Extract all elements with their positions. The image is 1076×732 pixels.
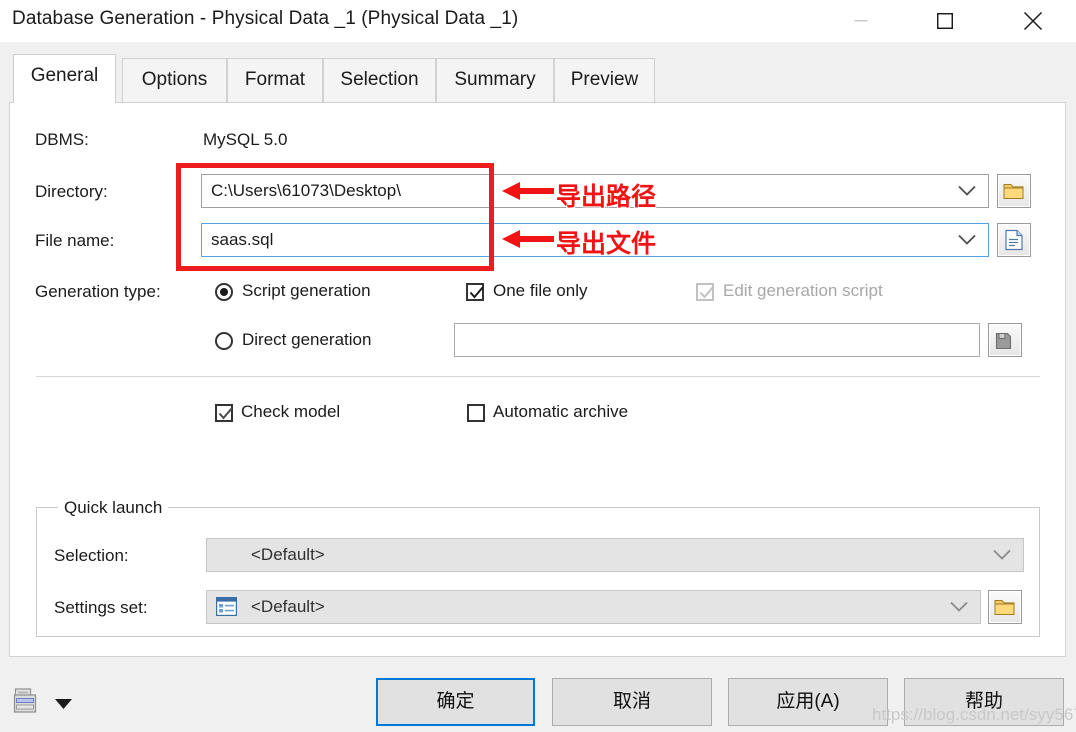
direct-generation-label: Direct generation [242, 330, 372, 349]
directory-value: C:\Users\61073\Desktop\ [211, 181, 401, 200]
file-browse-button[interactable] [997, 223, 1031, 257]
settings-set-icon [216, 597, 237, 621]
maximize-button[interactable] [922, 0, 968, 42]
window-title: Database Generation - Physical Data _1 (… [12, 8, 519, 29]
annotation-arrow-directory [502, 182, 554, 200]
checkbox-check-model[interactable] [215, 404, 233, 422]
caret-down-icon [55, 699, 72, 709]
direct-generation-input[interactable] [454, 323, 980, 357]
tab-options-label: Options [141, 69, 208, 90]
tab-summary[interactable]: Summary [436, 58, 554, 103]
watermark: https://blog.csdn.net/syy567 [872, 705, 1076, 724]
close-icon [1023, 11, 1043, 31]
settings-set-combobox[interactable]: <Default> [206, 590, 981, 624]
automatic-archive-label: Automatic archive [493, 402, 629, 421]
checkbox-edit-generation-script[interactable] [696, 283, 714, 301]
apply-button[interactable]: 应用(A) [728, 678, 888, 726]
one-file-only-label: One file only [493, 281, 588, 300]
tab-format-label: Format [244, 69, 306, 90]
tab-selection[interactable]: Selection [323, 58, 436, 103]
chevron-down-icon[interactable] [958, 175, 980, 207]
report-button[interactable] [12, 686, 42, 721]
chevron-down-icon[interactable] [950, 591, 972, 623]
selection-combobox[interactable]: <Default> [206, 538, 1024, 572]
tab-summary-label: Summary [454, 69, 536, 90]
folder-icon [994, 600, 1015, 615]
edit-generation-script-label: Edit generation script [723, 281, 883, 300]
tab-general[interactable]: General [13, 54, 116, 103]
directory-label: Directory: [35, 182, 108, 201]
settings-set-label: Settings set: [54, 598, 148, 617]
report-icon [13, 688, 37, 713]
check-icon [699, 286, 714, 299]
chevron-down-icon[interactable] [993, 539, 1015, 571]
annotation-arrow-file [502, 230, 554, 248]
generation-type-label: Generation type: [35, 282, 161, 301]
radio-direct-generation[interactable] [215, 332, 233, 350]
dbms-label: DBMS: [35, 130, 89, 149]
tab-general-label: General [30, 65, 99, 86]
directory-browse-button[interactable] [997, 174, 1031, 208]
check-model-label: Check model [241, 402, 341, 421]
minimize-button[interactable] [838, 0, 884, 42]
tab-format[interactable]: Format [227, 58, 323, 103]
check-icon [469, 286, 484, 299]
checkbox-one-file-only[interactable] [466, 283, 484, 301]
maximize-icon [937, 13, 953, 29]
selection-value: <Default> [251, 545, 325, 564]
tab-preview[interactable]: Preview [554, 58, 655, 103]
selection-label: Selection: [54, 546, 129, 565]
settings-set-browse-button[interactable] [988, 590, 1022, 624]
report-dropdown-button[interactable] [55, 695, 72, 715]
direct-generation-browse-button[interactable] [988, 323, 1022, 357]
cancel-button[interactable]: 取消 [552, 678, 712, 726]
tab-preview-label: Preview [570, 69, 639, 90]
close-button[interactable] [1010, 0, 1056, 42]
tab-options[interactable]: Options [122, 58, 227, 103]
annotation-directory-note: 导出路径 [556, 182, 657, 211]
tab-selection-label: Selection [340, 69, 419, 90]
tab-strip: General Options Format Selection Summary… [0, 42, 1076, 103]
title-bar: Database Generation - Physical Data _1 (… [0, 0, 1076, 43]
minimize-icon [854, 20, 868, 22]
ok-button[interactable]: 确定 [376, 678, 535, 726]
apply-button-label: 应用(A) [776, 691, 840, 712]
folder-icon [1003, 184, 1024, 199]
document-icon [1005, 229, 1023, 251]
database-icon [995, 332, 1012, 350]
chevron-down-icon[interactable] [958, 224, 980, 256]
script-generation-label: Script generation [242, 281, 371, 300]
dbms-value: MySQL 5.0 [203, 130, 288, 149]
file-name-label: File name: [35, 231, 115, 250]
file-name-value: saas.sql [211, 230, 274, 249]
quick-launch-title: Quick launch [58, 498, 169, 518]
section-separator [36, 376, 1040, 377]
ok-button-label: 确定 [436, 691, 475, 712]
cancel-button-label: 取消 [612, 691, 651, 712]
checkbox-automatic-archive[interactable] [467, 404, 485, 422]
annotation-file-note: 导出文件 [556, 229, 657, 258]
check-icon [218, 407, 233, 420]
radio-script-generation[interactable] [215, 283, 233, 301]
settings-set-value: <Default> [251, 597, 325, 616]
